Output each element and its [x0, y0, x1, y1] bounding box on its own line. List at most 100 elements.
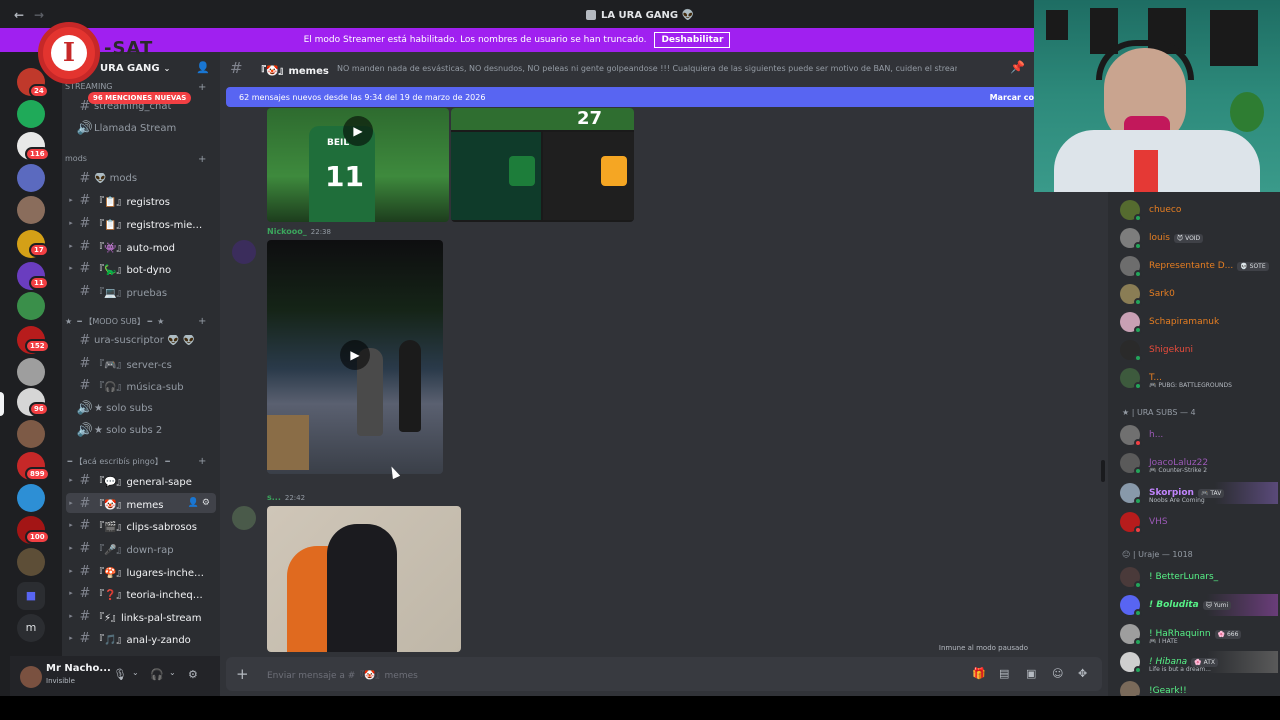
- mark-read-button[interactable]: Marcar co: [990, 93, 1034, 102]
- channel-llamada-stream[interactable]: 🔊 Llamada Stream: [66, 118, 216, 138]
- channel-bot-dyno[interactable]: ▸ # 『🦕』bot-dyno: [66, 258, 216, 278]
- channel-general-sape[interactable]: ▸ # 『💬』general-sape: [66, 470, 216, 490]
- new-messages-bar[interactable]: 62 mensajes nuevos desde las 9:34 del 19…: [226, 87, 1034, 107]
- sticker-icon[interactable]: ▣: [1026, 667, 1036, 680]
- play-icon[interactable]: ▶: [340, 340, 370, 370]
- channel-registros[interactable]: ▸ # 『📋』registros: [66, 190, 216, 210]
- category-modo-sub[interactable]: ★ ╺╸【MODO SUB】╺╸ ★ +: [65, 316, 206, 327]
- member-item[interactable]: ! Boludita 🐱 Yumi: [1120, 594, 1278, 617]
- member-item[interactable]: ! Hibana 🌸 ATX Life is but a dream...: [1120, 651, 1278, 674]
- hash-icon: #: [79, 192, 91, 208]
- emoji-icon[interactable]: ☺: [1052, 667, 1063, 680]
- server-icon-16[interactable]: [17, 548, 45, 576]
- avatar[interactable]: [20, 666, 42, 688]
- server-icon-12[interactable]: [17, 420, 45, 448]
- image-attachment[interactable]: 27: [451, 108, 634, 222]
- member-item[interactable]: Representante D... 💀 SOTE: [1120, 255, 1278, 278]
- member-item[interactable]: JoacoLaluz22 🎮 Counter-Strike 2: [1120, 452, 1278, 475]
- channel-topic[interactable]: NO manden nada de esvásticas, NO desnudo…: [337, 64, 957, 73]
- message-composer[interactable]: + Enviar mensaje a #『🤡』memes 🎁 ▤ ▣ ☺ ✥: [226, 657, 1102, 691]
- back-arrow-icon[interactable]: ←: [14, 8, 24, 22]
- member-item[interactable]: !Geark!!: [1120, 680, 1278, 696]
- server-icon-m[interactable]: m: [17, 614, 45, 642]
- message-author[interactable]: Nickooo_ 22:38: [267, 227, 331, 236]
- category-aca[interactable]: ╺╸【acá escribís pingo】╺╸ +: [65, 456, 206, 467]
- add-channel-icon[interactable]: +: [198, 316, 206, 327]
- gear-icon[interactable]: 👤 ⚙: [188, 498, 210, 508]
- folder-icon[interactable]: ■: [17, 582, 45, 610]
- server-icon-4[interactable]: [17, 164, 45, 192]
- channel-teoria[interactable]: ▸# 『❓』teoria-inchequea...: [66, 583, 216, 603]
- headphones-icon[interactable]: 🎧: [150, 668, 164, 681]
- member-item[interactable]: T... 🎮 PUBG: BATTLEGROUNDS: [1120, 367, 1278, 390]
- member-item[interactable]: h...: [1120, 424, 1278, 447]
- member-item[interactable]: chueco: [1120, 199, 1278, 222]
- member-item[interactable]: Skorpion 🎮 TAV Noobs Are Coming: [1120, 482, 1278, 505]
- channel-pruebas[interactable]: # 『💻』pruebas: [66, 281, 216, 301]
- apps-icon[interactable]: ✥: [1078, 667, 1087, 680]
- channel-musica-sub[interactable]: # 『🎧』música-sub: [66, 375, 216, 395]
- member-name: !Geark!!: [1149, 686, 1187, 696]
- forward-arrow-icon[interactable]: →: [34, 8, 44, 22]
- channel-solo-subs[interactable]: 🔊 ★ solo subs: [66, 398, 216, 418]
- microphone-icon[interactable]: 🎙: [113, 668, 127, 681]
- add-channel-icon[interactable]: +: [198, 154, 206, 165]
- add-attachment-icon[interactable]: +: [236, 665, 249, 683]
- channel-clips[interactable]: ▸ # 『🎬』clips-sabrosos: [66, 515, 216, 535]
- author-name[interactable]: s...: [267, 493, 281, 502]
- channel-anal[interactable]: ▸ # 『🎵』anal-y-zando: [66, 628, 216, 648]
- member-item[interactable]: Schapiramanuk: [1120, 311, 1278, 334]
- speaker-icon: 🔊: [76, 422, 94, 438]
- member-item[interactable]: Sark0: [1120, 283, 1278, 306]
- server-badge: 96: [29, 402, 49, 416]
- invite-icon[interactable]: 👤: [196, 61, 210, 74]
- video-attachment[interactable]: ▶: [267, 240, 443, 474]
- channel-ura-suscriptor[interactable]: # ura-suscriptor 👽 👽: [66, 330, 216, 350]
- channel-registros-miem[interactable]: ▸ # 『📋』registros-miem...: [66, 213, 216, 233]
- message-input[interactable]: Enviar mensaje a #『🤡』memes: [267, 668, 418, 681]
- channel-links[interactable]: ▸ # 『⚡』links-pal-stream: [66, 606, 216, 626]
- category-mods[interactable]: mods +: [65, 154, 206, 165]
- new-mentions-pill[interactable]: 96 MENCIONES NUEVAS: [88, 92, 192, 104]
- server-icon-8[interactable]: [17, 292, 45, 320]
- server-badge: 17: [29, 243, 49, 257]
- chevron-down-icon[interactable]: ⌄: [169, 668, 176, 677]
- member-item[interactable]: louis 😈 VOID: [1120, 227, 1278, 250]
- server-icon-10[interactable]: [17, 358, 45, 386]
- play-icon[interactable]: ▶: [343, 116, 373, 146]
- hash-icon: #: [79, 630, 91, 646]
- server-icon-2[interactable]: [17, 100, 45, 128]
- member-item[interactable]: VHS: [1120, 511, 1278, 534]
- avatar[interactable]: [232, 506, 256, 530]
- member-item[interactable]: ! BetterLunars_: [1120, 566, 1278, 589]
- member-item[interactable]: Shigekuni: [1120, 339, 1278, 362]
- disable-streamer-button[interactable]: Deshabilitar: [654, 32, 731, 48]
- channel-auto-mod[interactable]: ▸ # 『👾』auto-mod: [66, 236, 216, 256]
- hash-icon: #: [79, 283, 91, 299]
- chevron-down-icon[interactable]: ⌄: [132, 668, 139, 677]
- gift-icon[interactable]: 🎁: [972, 667, 986, 680]
- channel-solo-subs-2[interactable]: 🔊 ★ solo subs 2: [66, 420, 216, 440]
- gear-icon[interactable]: ⚙: [188, 668, 198, 681]
- image-attachment[interactable]: [267, 506, 461, 652]
- channel-label: ★ solo subs: [94, 402, 153, 414]
- channel-server-cs[interactable]: # 『🎮』server-cs: [66, 353, 216, 373]
- member-list-scrollbar[interactable]: [1101, 460, 1105, 482]
- channel-down-rap[interactable]: ▸ # 『🎤』down-rap: [66, 538, 216, 558]
- speaker-icon: 🔊: [76, 120, 94, 136]
- add-channel-icon[interactable]: +: [198, 456, 206, 467]
- avatar[interactable]: [232, 240, 256, 264]
- message-author[interactable]: s... 22:42: [267, 493, 305, 502]
- video-attachment[interactable]: 11 BEIL ▶: [267, 108, 449, 222]
- server-icon-5[interactable]: [17, 196, 45, 224]
- channel-lugares[interactable]: ▸ # 『🍄』lugares-inchequ...: [66, 561, 216, 581]
- add-channel-icon[interactable]: +: [198, 82, 206, 93]
- channel-mods[interactable]: # 👽 mods: [66, 168, 216, 188]
- channel-memes[interactable]: ▸ # 『🤡』memes 👤 ⚙: [66, 493, 216, 513]
- channel-label: 『🎮』server-cs: [94, 359, 172, 371]
- author-name[interactable]: Nickooo_: [267, 227, 307, 236]
- member-item[interactable]: ! HaRhaquinn 🌸 666 🎮 I HATE: [1120, 623, 1278, 646]
- pin-icon[interactable]: 📌: [1010, 60, 1025, 74]
- server-icon-14[interactable]: [17, 484, 45, 512]
- gif-icon[interactable]: ▤: [999, 667, 1009, 680]
